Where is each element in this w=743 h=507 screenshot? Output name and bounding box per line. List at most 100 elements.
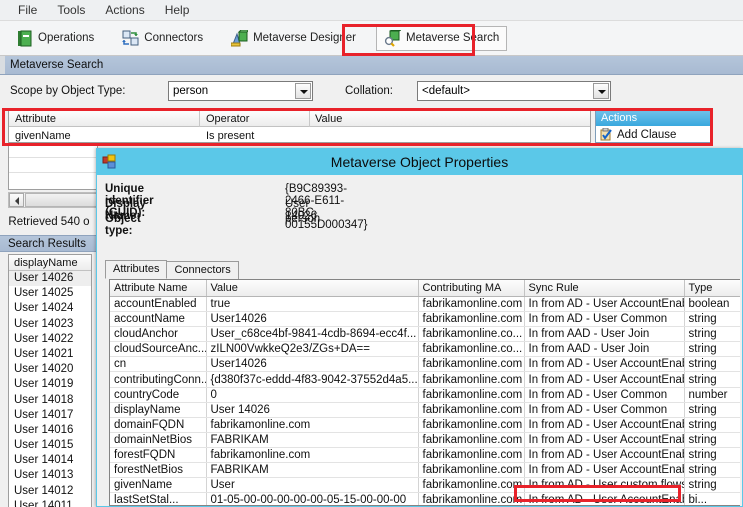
- menu-item-tools[interactable]: Tools: [48, 1, 94, 19]
- list-item[interactable]: User 14012: [9, 484, 91, 499]
- table-row[interactable]: contributingConn... {d380f37c-eddd-4f83-…: [110, 371, 740, 388]
- column-header-contributing-ma[interactable]: Contributing MA: [418, 280, 525, 297]
- table-row[interactable]: cloudSourceAnc... zILN00VwkkeQ2e3/ZGs+DA…: [110, 341, 740, 358]
- object-properties-icon: [102, 154, 118, 170]
- list-item[interactable]: User 14023: [9, 317, 91, 332]
- collation-select[interactable]: <default>: [417, 81, 611, 101]
- metaverse-designer-icon: [230, 29, 251, 47]
- cell-type: string: [684, 326, 740, 343]
- clause-row-attribute[interactable]: givenName: [15, 130, 71, 142]
- clause-row-operator[interactable]: Is present: [206, 130, 254, 142]
- cell-contributing-ma: fabrikamonline.com: [418, 477, 525, 494]
- list-item[interactable]: User 14014: [9, 453, 91, 468]
- cell-value: User14026: [206, 356, 419, 373]
- section-header-bar: Metaverse Search: [0, 56, 743, 75]
- cell-contributing-ma: fabrikamonline.com: [418, 432, 525, 448]
- table-row[interactable]: cn User14026 fabrikamonline.com In from …: [110, 356, 740, 373]
- table-row[interactable]: displayName User 14026 fabrikamonline.co…: [110, 402, 740, 418]
- menu-item-actions[interactable]: Actions: [96, 1, 153, 19]
- chevron-down-icon[interactable]: [295, 83, 311, 99]
- cell-value: zILN00VwkkeQ2e3/ZGs+DA==: [206, 341, 419, 358]
- clause-grid-header: [9, 111, 590, 127]
- cell-type: string: [684, 447, 740, 464]
- clause-header-value[interactable]: Value: [315, 113, 342, 125]
- dialog-title-bar[interactable]: Metaverse Object Properties: [97, 149, 742, 175]
- clause-grid-empty-rows[interactable]: [8, 143, 98, 190]
- column-header-attribute-name[interactable]: Attribute Name: [110, 280, 207, 297]
- list-item[interactable]: User 14021: [9, 347, 91, 362]
- table-row[interactable]: domainFQDN fabrikamonline.com fabrikamon…: [110, 417, 740, 433]
- clause-divider: [309, 111, 310, 127]
- metaverse-search-icon: [384, 29, 402, 47]
- clause-header-attribute[interactable]: Attribute: [15, 113, 56, 125]
- cell-sync-rule: In from AD - User AccountEnabled: [524, 462, 685, 479]
- cell-attribute-name: cn: [110, 356, 207, 373]
- scrollbar-thumb[interactable]: [25, 193, 97, 207]
- list-item[interactable]: User 14018: [9, 393, 91, 408]
- cell-value: fabrikamonline.com: [206, 447, 419, 464]
- list-item[interactable]: User 14025: [9, 286, 91, 301]
- cell-attribute-name: displayName: [110, 402, 207, 418]
- list-item[interactable]: User 14011: [9, 499, 91, 507]
- list-item[interactable]: User 14017: [9, 408, 91, 423]
- attributes-grid[interactable]: Attribute Name Value Contributing MA Syn…: [109, 279, 740, 506]
- table-row[interactable]: domainNetBios FABRIKAM fabrikamonline.co…: [110, 432, 740, 448]
- list-item[interactable]: User 14013: [9, 468, 91, 483]
- table-header-row: Attribute Name Value Contributing MA Syn…: [110, 280, 740, 297]
- toolbar-button-metaverse-search[interactable]: Metaverse Search: [375, 25, 508, 51]
- cell-contributing-ma: fabrikamonline.com: [418, 295, 525, 313]
- toolbar: Operations Connectors Metaverse Designer…: [0, 21, 743, 56]
- cell-type: string: [684, 462, 740, 479]
- list-item[interactable]: User 14026: [9, 271, 91, 287]
- cell-contributing-ma: fabrikamonline.com: [418, 417, 525, 433]
- chevron-down-icon[interactable]: [593, 83, 609, 99]
- column-header-type[interactable]: Type: [684, 280, 740, 297]
- section-title: Metaverse Search: [10, 59, 104, 71]
- clause-grid[interactable]: Attribute Operator Value givenName Is pr…: [8, 110, 591, 143]
- cell-sync-rule: In from AD - User AccountEnabled: [524, 356, 685, 373]
- cell-sync-rule: In from AD - User AccountEnabled: [524, 295, 685, 313]
- table-row[interactable]: forestNetBios FABRIKAM fabrikamonline.co…: [110, 462, 740, 479]
- toolbar-button-operations[interactable]: Operations: [8, 26, 102, 51]
- list-item[interactable]: User 14015: [9, 438, 91, 453]
- table-row[interactable]: accountName User14026 fabrikamonline.com…: [110, 311, 740, 328]
- list-item[interactable]: User 14020: [9, 362, 91, 377]
- table-row[interactable]: lastSetStal... 01-05-00-00-00-00-00-05-1…: [110, 492, 740, 505]
- action-add-clause[interactable]: Add Clause: [596, 126, 712, 141]
- menu-item-file[interactable]: File: [9, 1, 46, 19]
- list-item[interactable]: User 14019: [9, 377, 91, 392]
- scope-object-type-select[interactable]: person: [168, 81, 313, 101]
- clause-grid-horizontal-scrollbar[interactable]: [8, 192, 98, 208]
- column-header-value[interactable]: Value: [206, 280, 419, 297]
- toolbar-button-metaverse-designer[interactable]: Metaverse Designer: [223, 26, 364, 51]
- clause-header-operator[interactable]: Operator: [206, 113, 249, 125]
- table-row[interactable]: forestFQDN fabrikamonline.com fabrikamon…: [110, 447, 740, 464]
- search-results-list[interactable]: displayName User 14026 User 14025 User 1…: [8, 254, 92, 507]
- cell-attribute-name: lastSetStal...: [110, 492, 207, 505]
- tab-attributes[interactable]: Attributes: [105, 260, 168, 279]
- tab-connectors[interactable]: Connectors: [166, 261, 239, 279]
- table-row[interactable]: givenName User fabrikamonline.com In fro…: [110, 477, 740, 494]
- cell-value: 0: [206, 387, 419, 403]
- column-header-sync-rule[interactable]: Sync Rule: [524, 280, 685, 297]
- cell-contributing-ma: fabrikamonline.com: [418, 492, 525, 505]
- toolbar-button-connectors[interactable]: Connectors: [114, 26, 211, 51]
- cell-attribute-name: cloudSourceAnc...: [110, 341, 207, 358]
- list-item[interactable]: User 14016: [9, 423, 91, 438]
- cell-sync-rule: In from AD - User AccountEnabled: [524, 492, 685, 505]
- results-column-header-displayname[interactable]: displayName: [9, 255, 91, 271]
- table-row[interactable]: countryCode 0 fabrikamonline.com In from…: [110, 387, 740, 403]
- info-value-object-type: person: [285, 213, 321, 225]
- table-row[interactable]: cloudAnchor User_c68ce4bf-9841-4cdb-8694…: [110, 326, 740, 343]
- cell-attribute-name: forestNetBios: [110, 462, 207, 479]
- list-item[interactable]: User 14024: [9, 301, 91, 316]
- cell-value: true: [206, 295, 419, 313]
- list-item[interactable]: User 14022: [9, 332, 91, 347]
- cell-sync-rule: In from AAD - User Join: [524, 341, 685, 358]
- toolbar-button-connectors-label: Connectors: [144, 32, 204, 44]
- menu-item-help[interactable]: Help: [156, 1, 199, 19]
- scroll-left-icon[interactable]: [9, 193, 24, 207]
- attributes-table-body: accountEnabled true fabrikamonline.com I…: [110, 295, 740, 505]
- table-row[interactable]: accountEnabled true fabrikamonline.com I…: [110, 295, 740, 313]
- cell-value: User: [206, 477, 419, 494]
